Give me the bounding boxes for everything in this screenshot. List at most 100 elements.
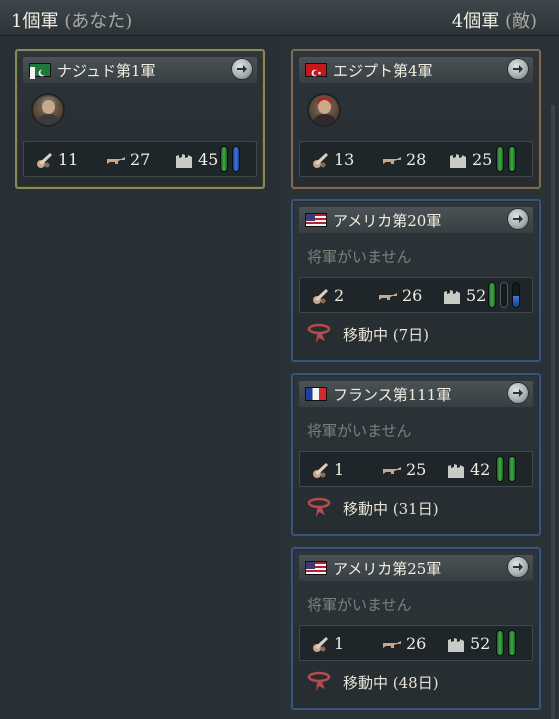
- infantry-count: 26: [406, 634, 427, 653]
- army-stats: 13 28 25: [299, 141, 533, 177]
- header-bar: 1個軍 (あなた) 4個軍 (敵): [0, 0, 559, 36]
- scrollbar[interactable]: [551, 105, 555, 719]
- movement-status-text: 移動中 (31日): [343, 500, 439, 518]
- fortification-count: 45: [198, 150, 219, 169]
- rifle-icon: [383, 641, 401, 648]
- morale-bar: [508, 456, 516, 482]
- army-card-header: エジプト第4軍: [299, 57, 533, 83]
- no-general-label: 将軍がいません: [307, 248, 412, 266]
- army-strength-bars: [220, 146, 248, 172]
- army-name: ナジュド第1軍: [57, 62, 156, 80]
- morale-bar: [512, 282, 520, 308]
- go-to-army-button[interactable]: [507, 556, 529, 578]
- army-card-usa-20[interactable]: アメリカ第20軍 将軍がいません 2 26 52 移動中 (7日): [291, 199, 541, 362]
- no-general-label: 将軍がいません: [307, 422, 412, 440]
- artillery-icon: [313, 637, 328, 652]
- army-card-nejd-1[interactable]: ナジュド第1軍 11 27 45: [15, 49, 265, 189]
- artillery-icon: [313, 463, 328, 478]
- enemy-count-label: 4個軍: [451, 11, 500, 32]
- fortress-icon: [176, 154, 192, 168]
- infantry-count: 27: [130, 150, 151, 169]
- army-card-egypt-4[interactable]: エジプト第4軍 13 28 25: [291, 49, 541, 189]
- movement-icon: [307, 323, 331, 343]
- movement-status-text: 移動中 (48日): [343, 674, 439, 692]
- artillery-icon: [313, 289, 328, 304]
- artillery-icon: [37, 153, 52, 168]
- army-card-france-111[interactable]: フランス第111軍 将軍がいません 1 25 42 移動中 (31日): [291, 373, 541, 536]
- rifle-icon: [383, 467, 401, 474]
- usa-flag-icon: [305, 213, 327, 227]
- fortress-icon: [450, 154, 466, 168]
- artillery-count: 2: [334, 286, 345, 305]
- army-name: エジプト第4軍: [333, 62, 433, 80]
- army-strength-bars: [496, 146, 524, 172]
- general-portrait[interactable]: [307, 93, 341, 127]
- general-portrait[interactable]: [31, 93, 65, 127]
- strength-bar: [496, 146, 504, 172]
- artillery-count: 1: [334, 634, 345, 653]
- no-general-label: 将軍がいません: [307, 596, 412, 614]
- arrow-right-icon: [513, 215, 523, 223]
- movement-status-text: 移動中 (7日): [343, 326, 430, 344]
- strength-bar: [496, 630, 504, 656]
- arrow-right-icon: [513, 65, 523, 73]
- army-card-header: アメリカ第25軍: [299, 555, 533, 581]
- fortification-count: 52: [466, 286, 487, 305]
- army-name: アメリカ第20軍: [333, 212, 442, 230]
- army-strength-bars: [496, 456, 524, 482]
- army-card-usa-25[interactable]: アメリカ第25軍 将軍がいません 1 26 52 移動中 (48日): [291, 547, 541, 710]
- infantry-count: 28: [406, 150, 427, 169]
- artillery-count: 1: [334, 460, 345, 479]
- rifle-icon: [107, 157, 125, 164]
- rifle-icon: [383, 157, 401, 164]
- infantry-count: 25: [406, 460, 427, 479]
- artillery-count: 11: [58, 150, 79, 169]
- fortification-count: 52: [470, 634, 491, 653]
- army-stats: 2 26 52: [299, 277, 533, 313]
- go-to-army-button[interactable]: [507, 58, 529, 80]
- enemy-side-label: (敵): [504, 11, 537, 32]
- own-count-label: 1個軍: [11, 11, 59, 32]
- usa-flag-icon: [305, 561, 327, 575]
- army-name: フランス第111軍: [333, 386, 452, 404]
- own-army-count: 1個軍 (あなた): [11, 7, 132, 33]
- go-to-army-button[interactable]: [231, 58, 253, 80]
- army-strength-bars: [496, 630, 524, 656]
- enemy-army-count: 4個軍 (敵): [452, 7, 537, 33]
- army-strength-bars: [488, 282, 528, 308]
- fortification-count: 42: [470, 460, 491, 479]
- go-to-army-button[interactable]: [507, 382, 529, 404]
- army-stats: 1 26 52: [299, 625, 533, 661]
- army-stats: 11 27 45: [23, 141, 257, 177]
- infantry-count: 26: [402, 286, 423, 305]
- movement-icon: [307, 497, 331, 517]
- army-card-header: アメリカ第20軍: [299, 207, 533, 233]
- army-stats: 1 25 42: [299, 451, 533, 487]
- fortress-icon: [448, 464, 464, 478]
- fortification-count: 25: [472, 150, 493, 169]
- arrow-right-icon: [237, 65, 247, 73]
- empty-bar: [500, 282, 508, 308]
- own-side-label: (あなた): [64, 11, 133, 32]
- morale-bar: [508, 146, 516, 172]
- army-card-header: フランス第111軍: [299, 381, 533, 407]
- fortress-icon: [444, 290, 460, 304]
- strength-bar: [496, 456, 504, 482]
- strength-bar: [488, 282, 496, 308]
- movement-icon: [307, 671, 331, 691]
- arrow-right-icon: [513, 389, 523, 397]
- morale-bar: [232, 146, 240, 172]
- army-card-header: ナジュド第1軍: [23, 57, 257, 83]
- morale-bar: [508, 630, 516, 656]
- army-name: アメリカ第25軍: [333, 560, 442, 578]
- nejd-flag-icon: [29, 63, 51, 79]
- fortress-icon: [448, 638, 464, 652]
- artillery-icon: [313, 153, 328, 168]
- rifle-icon: [379, 293, 397, 300]
- arrow-right-icon: [513, 563, 523, 571]
- go-to-army-button[interactable]: [507, 208, 529, 230]
- strength-bar: [220, 146, 228, 172]
- egypt-flag-icon: [305, 63, 327, 77]
- artillery-count: 13: [334, 150, 355, 169]
- france-flag-icon: [305, 387, 327, 401]
